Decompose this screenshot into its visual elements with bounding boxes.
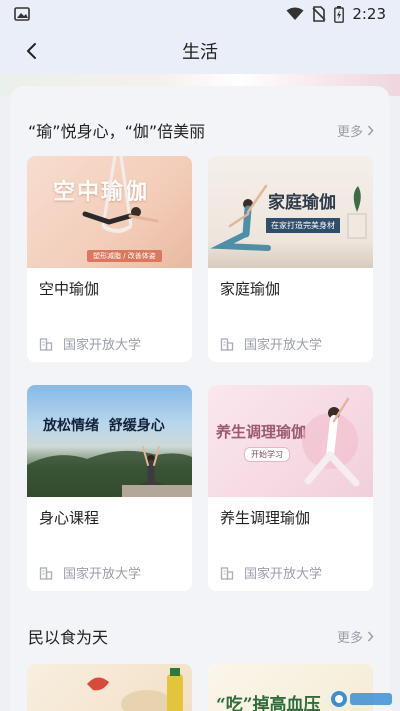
building-icon [220, 337, 234, 351]
card-title: 身心课程 [39, 509, 100, 527]
course-image: 家庭瑜伽 在家打造完美身材 [208, 156, 373, 268]
image-tag: 塑形减脂 / 改善体姿 [87, 250, 162, 262]
course-image: 放松情绪 舒缓身心 [27, 385, 192, 497]
section-title: 民以食为天 [28, 628, 109, 647]
building-icon [39, 566, 53, 580]
wellness-yoga-figure [302, 397, 360, 487]
school-name: 国家开放大学 [63, 567, 142, 582]
card-school: 国家开放大学 [220, 563, 322, 582]
more-label: 更多 [336, 630, 363, 646]
section-title: “瑜”悦身心，“伽”倍美丽 [28, 122, 206, 141]
card-school: 国家开放大学 [39, 563, 141, 582]
school-name: 国家开放大学 [244, 567, 323, 582]
card-title: 空中瑜伽 [39, 280, 100, 298]
course-image: 空中瑜伽 塑形减脂 / 改善体姿 [27, 156, 192, 268]
battery-charging-icon [334, 5, 345, 23]
chevron-right-icon [367, 125, 374, 135]
image-icon [14, 7, 30, 21]
watermark-logo [331, 691, 392, 707]
building-icon [220, 566, 234, 580]
course-card[interactable]: 养生调理瑜伽 开始学习 养生调理瑜伽 国家开放大学 [208, 385, 373, 591]
back-button[interactable] [18, 38, 44, 64]
school-name: 国家开放大学 [244, 338, 323, 353]
food-image [87, 668, 183, 711]
card-title: 家庭瑜伽 [220, 280, 281, 298]
status-time: 2:23 [352, 5, 386, 23]
section-header-yoga: “瑜”悦身心，“伽”倍美丽 更多 [28, 118, 374, 142]
chevron-right-icon [367, 631, 374, 641]
course-card[interactable] [27, 664, 192, 711]
course-card[interactable]: 空中瑜伽 塑形减脂 / 改善体姿 空中瑜伽 国家开放大学 [27, 156, 192, 362]
page-title: 生活 [182, 42, 218, 63]
section-header-food: 民以食为天 更多 [28, 624, 374, 648]
building-icon [39, 337, 53, 351]
meditation-figure [27, 446, 192, 497]
content-sheet: “瑜”悦身心，“伽”倍美丽 更多 空中瑜伽 塑形减脂 / 改善体姿 空中瑜伽 国… [10, 86, 390, 711]
school-name: 国家开放大学 [63, 338, 142, 353]
course-image: 养生调理瑜伽 开始学习 [208, 385, 373, 497]
more-label: 更多 [336, 124, 363, 140]
status-bar: 2:23 [0, 0, 400, 28]
course-card[interactable]: 放松情绪 舒缓身心 身心课程 国家开放大学 [27, 385, 192, 591]
card-title: 养生调理瑜伽 [220, 509, 311, 527]
card-school: 国家开放大学 [220, 334, 322, 353]
wifi-icon [286, 7, 304, 20]
course-card[interactable]: 家庭瑜伽 在家打造完美身材 家庭瑜伽 国家开放大学 [208, 156, 373, 362]
home-yoga-figure [210, 184, 367, 251]
more-button[interactable]: 更多 [337, 121, 374, 140]
app-header: 生活 [0, 28, 400, 74]
image-caption: “吃”掉高血压 [216, 695, 321, 711]
more-button[interactable]: 更多 [337, 627, 374, 646]
card-school: 国家开放大学 [39, 334, 141, 353]
no-sim-icon [312, 6, 326, 22]
chevron-left-icon [27, 43, 36, 59]
